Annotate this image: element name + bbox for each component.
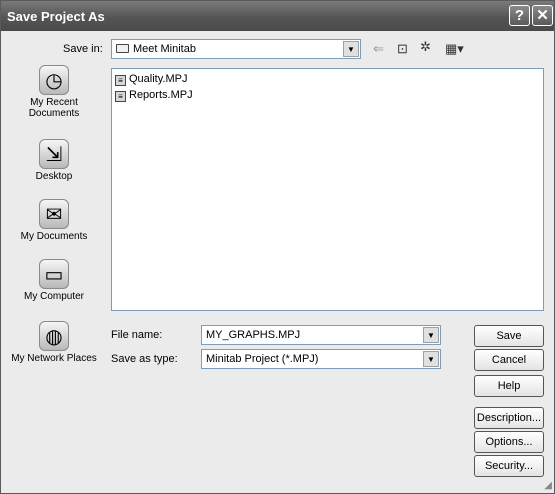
title-bar[interactable]: Save Project As ? ✕ [1, 1, 554, 31]
cancel-button[interactable]: Cancel [474, 349, 544, 371]
folder-icon [116, 44, 129, 53]
place-desktop[interactable]: ⇲ Desktop [6, 139, 102, 182]
chevron-down-icon[interactable]: ▼ [423, 327, 439, 343]
views-menu-icon[interactable]: ▦▾ [445, 41, 464, 57]
my-documents-icon: ✉ [39, 199, 69, 229]
save-button[interactable]: Save [474, 325, 544, 347]
save-project-as-dialog: Save Project As ? ✕ Save in: Meet Minita… [0, 0, 555, 494]
chevron-down-icon[interactable]: ▼ [423, 351, 439, 367]
place-my-computer[interactable]: ▭ My Computer [6, 259, 102, 302]
close-icon[interactable]: ✕ [532, 5, 553, 26]
network-places-icon: ◍ [39, 321, 69, 351]
window-title: Save Project As [7, 9, 105, 24]
help-button[interactable]: Help [474, 375, 544, 397]
new-folder-icon[interactable]: ✲ [420, 39, 431, 55]
file-name-field[interactable]: MY_GRAPHS.MPJ ▼ [201, 325, 441, 345]
security-button[interactable]: Security... [474, 455, 544, 477]
file-list[interactable]: ≡ Quality.MPJ ≡ Reports.MPJ [111, 68, 544, 311]
save-in-label: Save in: [63, 43, 103, 55]
save-as-type-label: Save as type: [111, 353, 178, 365]
save-in-value: Meet Minitab [133, 43, 196, 55]
place-my-network-places[interactable]: ◍ My Network Places [9, 321, 99, 364]
place-my-documents[interactable]: ✉ My Documents [6, 199, 102, 242]
up-folder-icon[interactable]: ⊡ [397, 41, 408, 57]
place-my-recent-documents[interactable]: ◷ My Recent Documents [6, 65, 102, 119]
save-in-dropdown[interactable]: Meet Minitab ▼ [111, 39, 361, 59]
minitab-project-file-icon: ≡ [115, 91, 126, 102]
list-item[interactable]: ≡ Quality.MPJ [115, 72, 187, 86]
options-button[interactable]: Options... [474, 431, 544, 453]
chevron-down-icon[interactable]: ▼ [343, 41, 359, 57]
back-arrow-icon[interactable]: ⇐ [373, 41, 384, 57]
list-item[interactable]: ≡ Reports.MPJ [115, 88, 193, 102]
recent-documents-icon: ◷ [39, 65, 69, 95]
desktop-icon: ⇲ [39, 139, 69, 169]
places-bar: ◷ My Recent Documents ⇲ Desktop ✉ My Doc… [6, 63, 102, 389]
my-computer-icon: ▭ [39, 259, 69, 289]
help-icon[interactable]: ? [509, 5, 530, 26]
minitab-project-file-icon: ≡ [115, 75, 126, 86]
file-name-label: File name: [111, 329, 163, 341]
save-as-type-dropdown[interactable]: Minitab Project (*.MPJ) ▼ [201, 349, 441, 369]
resize-grip-icon[interactable]: ◢ [544, 480, 552, 491]
description-button[interactable]: Description... [474, 407, 544, 429]
